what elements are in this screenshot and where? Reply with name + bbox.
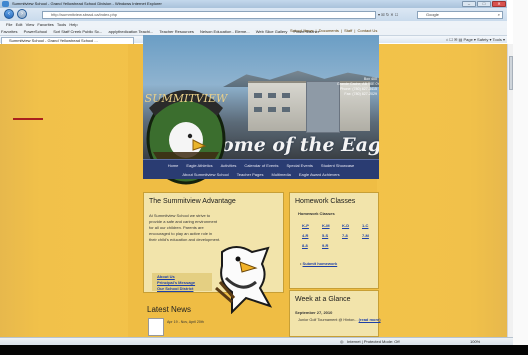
week-at-a-glance-panel: Week at a Glance September 27, 2010 Juni… [289,290,381,337]
homework-subtitle: Homework Classes [298,211,335,216]
logo-text: SUMMITVIEW [145,92,229,105]
week-event: Junior Golf Tournament @ Hinton... (read… [298,317,381,322]
favorite-nelson[interactable]: Nelson Education - Eleme... [200,29,250,34]
advantage-title: The Summitview Advantage [149,198,236,205]
close-button[interactable]: ✕ [492,1,506,7]
window-title: Summitview School - Grand Yellowhead Sch… [12,1,162,6]
favorites-bar: Favorites PowerSchool Scrl Staff Creek P… [0,28,507,35]
link-documents[interactable]: Documents [319,28,339,33]
globe-icon: ◎ [340,339,344,344]
link-school-news[interactable]: School News [290,28,313,33]
link-staff[interactable]: Staff [344,28,352,33]
menu-tools[interactable]: Tools [57,22,66,27]
window-title-bar: Summitview School - Grand Yellowhead Sch… [0,0,507,8]
favorite-staff-creek[interactable]: Scrl Staff Creek Public Sc... [53,29,102,34]
home-icon[interactable]: ⌂ ☐ ✉ ▤ [446,37,462,42]
screen-margin [513,0,528,345]
school-address: Box 400 Grande Cache, AB T0E 0Y0 Phone: … [337,77,379,96]
nav-special-events[interactable]: Special Events [286,163,312,168]
favorite-powerschool[interactable]: PowerSchool [24,29,48,34]
nav-teacher-pages[interactable]: Teacher Pages [237,172,264,177]
address-tools[interactable]: ▾ ☒ ↻ ✕ ☐ [378,11,414,19]
favorite-web-slice[interactable]: Web Slice Gallery [256,29,288,34]
week-title: Week at a Glance [295,296,351,303]
screen: Summitview School - Grand Yellowhead Sch… [0,0,528,355]
status-bar: ◎ Internet | Protected Mode: Off 100% [0,337,513,345]
maximize-button[interactable]: □ [477,1,491,7]
menu-file[interactable]: File [6,22,12,27]
grade-link[interactable]: 7-M [362,233,369,238]
eagle-mascot-image [215,246,273,314]
grade-link[interactable]: 5-S [322,233,328,238]
forward-button[interactable]: › [17,9,27,19]
advantage-links: About Us Principal's Message Our School … [152,273,212,291]
favorite-teacher-resources[interactable]: Teacher Resources [159,29,193,34]
zoom-level[interactable]: 100% [470,338,480,345]
link-contact[interactable]: Contact Us [358,28,378,33]
news-thumbnail[interactable] [148,318,164,336]
search-input[interactable]: Google ⌕ [417,11,503,19]
advantage-body: At Summitview School we strive to provid… [149,213,221,242]
favorite-applythedication[interactable]: applythedication Teachi... [108,29,153,34]
grade-link[interactable]: 8-8 [302,243,308,248]
bullet-icon: • [300,261,302,266]
menu-bar: File Edit View Favorites Tools Help [0,21,507,28]
address-toolbar: ‹ › http://summitview.sbssd.ca/index.php… [0,8,507,21]
grade-link[interactable]: K-P [302,223,309,228]
submit-homework-item: • Submit homework [300,261,337,266]
homework-panel: Homework Classes Homework Classes K-P K-… [289,192,379,289]
nav-row-1: Home Eagle Athletics Activities Calendar… [143,163,379,168]
menu-edit[interactable]: Edit [16,22,23,27]
grade-link[interactable]: 4-R [302,233,308,238]
read-more-link[interactable]: (read more) [359,317,381,322]
grade-link[interactable]: 7-8 [342,233,348,238]
menu-help[interactable]: Help [69,22,77,27]
link-about-us[interactable]: About Us [157,274,175,279]
nav-eagle-award[interactable]: Eagle Award Achievers [299,172,340,177]
nav-calendar[interactable]: Calendar of Events [244,163,278,168]
menu-view[interactable]: View [26,22,35,27]
favorites-button[interactable]: Favorites [1,29,17,34]
minimize-button[interactable]: – [462,1,476,7]
nav-about[interactable]: About Summitview School [182,172,228,177]
nav-student-showcase[interactable]: Student Showcase [321,163,354,168]
security-status[interactable]: Internet | Protected Mode: Off [347,338,400,345]
grade-link[interactable]: K-M [322,223,330,228]
nav-multimedia[interactable]: Multimedia [271,172,290,177]
latest-news-title: Latest News [147,305,192,314]
ie-icon [2,1,9,7]
grade-link[interactable]: K-D [342,223,349,228]
homework-title: Homework Classes [295,198,356,205]
submit-homework-link[interactable]: Submit homework [303,261,338,266]
site-top-links: School News | Documents | Staff | Contac… [290,28,378,33]
nav-activities[interactable]: Activities [221,163,237,168]
window-controls: – □ ✕ [462,1,506,7]
address-bar[interactable]: http://summitview.sbssd.ca/index.php [42,11,376,19]
main-navigation: Home Eagle Athletics Activities Calendar… [143,159,379,179]
search-icon[interactable]: ⌕ [498,12,500,18]
annotation-line [13,118,43,120]
nav-row-2: About Summitview School Teacher Pages Mu… [143,172,379,177]
nav-home[interactable]: Home [168,163,179,168]
link-school-district[interactable]: Our School District [157,286,193,291]
grade-link[interactable]: 1-C [362,223,368,228]
week-date: September 27, 2010 [295,310,333,315]
news-date: Apr 19 - Nov, April 20th [167,320,204,324]
back-button[interactable]: ‹ [4,9,14,19]
link-principals-message[interactable]: Principal's Message [157,280,195,285]
nav-eagle-athletics[interactable]: Eagle Athletics [186,163,212,168]
grade-link[interactable]: 9-R [322,243,328,248]
browser-tab[interactable]: Summitview School - Grand Yellowhead Sch… [1,37,134,44]
command-bar[interactable]: ⌂ ☐ ✉ ▤ Page ▾ Safety ▾ Tools ▾ [365,36,505,44]
desktop-edge [0,345,528,355]
menu-favorites[interactable]: Favorites [37,22,53,27]
